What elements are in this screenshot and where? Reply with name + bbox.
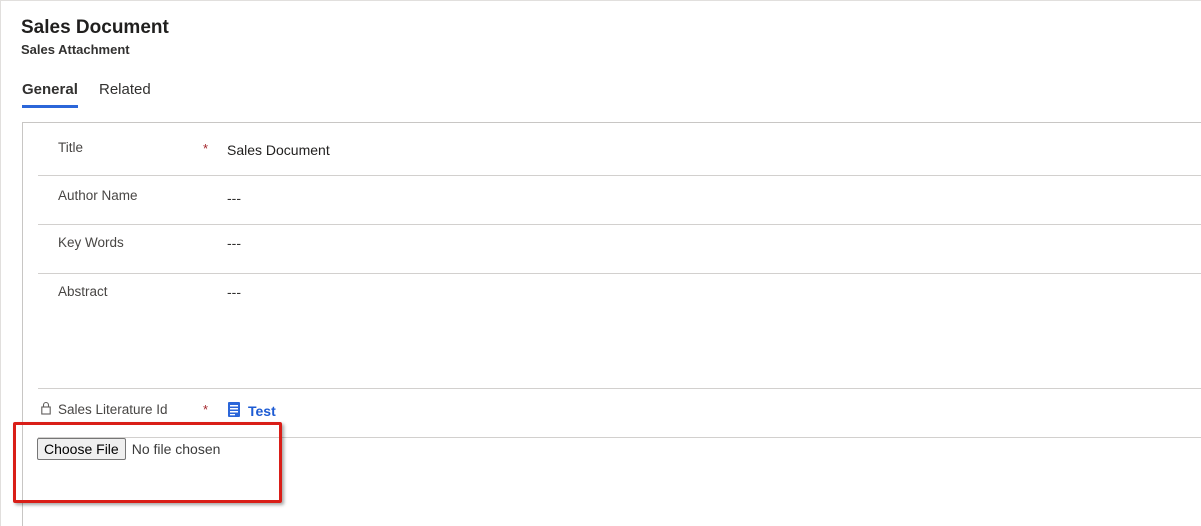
tab-bar: General Related [22,81,151,108]
page-subtitle: Sales Attachment [21,42,130,57]
title-value[interactable]: Sales Document [227,142,330,158]
field-label-key-words: Key Words [58,235,124,250]
field-row-author-name: Author Name --- [38,176,1201,225]
field-row-key-words: Key Words --- [38,225,1201,274]
lock-icon [41,401,51,415]
author-name-value[interactable]: --- [227,190,241,206]
field-label-author-name: Author Name [58,188,138,203]
field-label-abstract: Abstract [58,284,108,299]
field-row-abstract: Abstract --- [38,274,1201,389]
key-words-value[interactable]: --- [227,235,241,251]
document-icon [227,401,242,421]
required-indicator: * [203,402,209,417]
field-label-sales-literature-id: Sales Literature Id [58,402,168,417]
choose-file-button[interactable]: Choose File [37,438,126,460]
file-upload: Choose File No file chosen [37,438,220,460]
sales-literature-link[interactable]: Test [227,401,276,421]
general-section: Title * Sales Document Author Name --- K… [22,122,1201,526]
field-row-sales-literature-id: Sales Literature Id * Test [38,389,1201,438]
page-title: Sales Document [21,17,169,38]
abstract-value[interactable]: --- [227,284,241,300]
file-status-text: No file chosen [131,441,221,457]
tab-general[interactable]: General [22,81,78,108]
tab-related[interactable]: Related [99,81,151,108]
field-label-title: Title [58,140,84,155]
form-page: Sales Document Sales Attachment General … [0,0,1201,526]
required-indicator: * [203,141,209,156]
field-row-title: Title * Sales Document [38,123,1201,176]
sales-literature-link-text[interactable]: Test [248,403,276,419]
